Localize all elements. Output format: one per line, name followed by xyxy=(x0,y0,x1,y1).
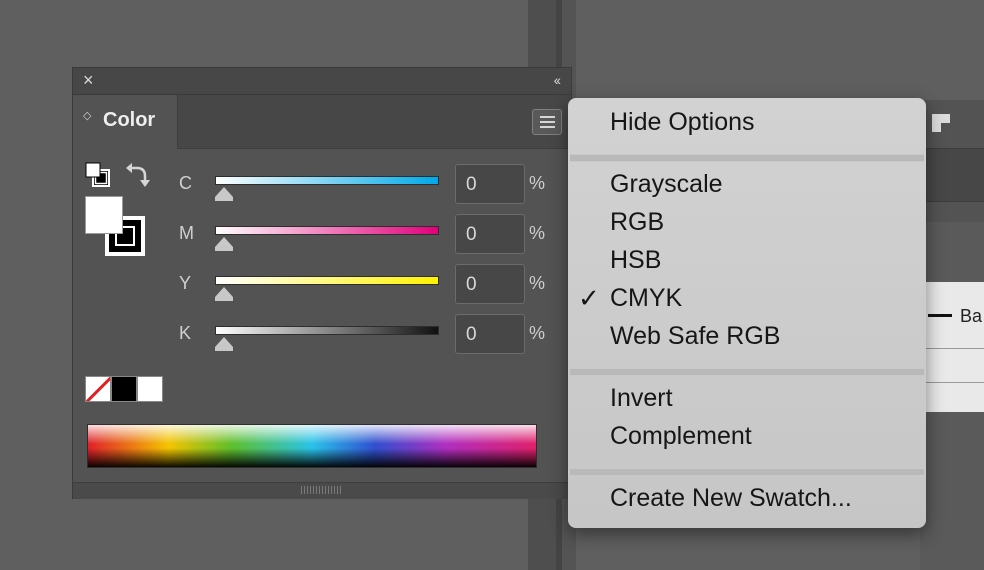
slider-track[interactable] xyxy=(215,326,439,335)
slider-track[interactable] xyxy=(215,226,439,235)
menu-item-cmyk[interactable]: ✓ CMYK xyxy=(568,280,926,318)
menu-item-label: CMYK xyxy=(610,284,683,312)
menu-item-grayscale[interactable]: Grayscale xyxy=(568,166,926,204)
background-document xyxy=(926,282,984,412)
slider-label: K xyxy=(179,323,192,343)
menu-separator xyxy=(570,368,924,376)
percent-unit: % xyxy=(529,323,546,343)
menu-item-label: Web Safe RGB xyxy=(610,322,781,350)
background-doc-text: Ba xyxy=(960,306,983,326)
resize-grip[interactable] xyxy=(301,486,341,494)
value-field[interactable]: 0 xyxy=(455,214,525,254)
panel-menu-button[interactable] xyxy=(532,109,562,135)
tab-label: Color xyxy=(103,109,156,131)
color-spectrum[interactable] xyxy=(87,424,537,468)
menu-item-hide-options[interactable]: Hide Options xyxy=(568,104,926,142)
menu-item-label: Grayscale xyxy=(610,170,723,198)
slider-thumb-base xyxy=(215,197,233,201)
slider-thumb[interactable] xyxy=(215,337,233,347)
color-panel: × ‹‹ ◇ Color C 0% M 0% Y 0% K 0% xyxy=(72,67,572,499)
slider-thumb-base xyxy=(215,247,233,251)
menu-item-invert[interactable]: Invert xyxy=(568,380,926,418)
menu-item-rgb[interactable]: RGB xyxy=(568,204,926,242)
close-icon[interactable]: × xyxy=(83,71,94,89)
white-swatch[interactable] xyxy=(137,376,163,402)
menu-item-label: HSB xyxy=(610,246,662,274)
slider-row-c: C 0% xyxy=(73,164,571,204)
slider-track[interactable] xyxy=(215,176,439,185)
menu-item-label: RGB xyxy=(610,208,665,236)
percent-unit: % xyxy=(529,173,546,193)
value-field[interactable]: 0 xyxy=(455,164,525,204)
new-layer-icon xyxy=(932,114,950,132)
slider-thumb-base xyxy=(215,297,233,301)
background-doc-dash xyxy=(928,314,952,317)
background-toolbar xyxy=(920,148,984,202)
menu-item-create-new-swatch[interactable]: Create New Swatch... xyxy=(568,480,926,518)
tab-color[interactable]: ◇ Color xyxy=(73,95,178,149)
slider-thumb[interactable] xyxy=(215,187,233,197)
menu-item-complement[interactable]: Complement xyxy=(568,418,926,456)
panel-tab-strip: ◇ Color xyxy=(73,95,571,149)
value-field[interactable]: 0 xyxy=(455,264,525,304)
menu-item-label: Complement xyxy=(610,422,752,450)
slider-thumb[interactable] xyxy=(215,237,233,247)
slider-row-k: K 0% xyxy=(73,314,571,354)
menu-item-hsb[interactable]: HSB xyxy=(568,242,926,280)
slider-row-m: M 0% xyxy=(73,214,571,254)
hamburger-icon xyxy=(540,116,555,118)
menu-separator xyxy=(570,468,924,476)
hamburger-icon xyxy=(540,121,555,123)
slider-row-y: Y 0% xyxy=(73,264,571,304)
checkmark-icon: ✓ xyxy=(578,283,600,313)
menu-item-label: Create New Swatch... xyxy=(610,484,852,512)
slider-label: M xyxy=(179,223,194,243)
percent-unit: % xyxy=(529,223,546,243)
background-doc-rule xyxy=(926,348,984,349)
background-doc-rule xyxy=(926,382,984,383)
slider-thumb-base xyxy=(215,347,233,351)
menu-separator xyxy=(570,154,924,162)
fill-swatch[interactable] xyxy=(85,196,123,234)
slider-thumb[interactable] xyxy=(215,287,233,297)
slider-label: Y xyxy=(179,273,192,293)
slider-label: C xyxy=(179,173,192,193)
menu-item-label: Invert xyxy=(610,384,673,412)
value-field[interactable]: 0 xyxy=(455,314,525,354)
percent-unit: % xyxy=(529,273,546,293)
updown-arrows-icon: ◇ xyxy=(83,110,92,122)
none-swatch[interactable] xyxy=(85,376,111,402)
panel-titlebar[interactable]: × ‹‹ xyxy=(73,68,571,95)
hamburger-icon xyxy=(540,126,555,128)
panel-options-menu: Hide Options Grayscale RGB HSB ✓ CMYK Web Safe… xyxy=(568,98,926,528)
black-swatch[interactable] xyxy=(111,376,137,402)
collapse-icon[interactable]: ‹‹ xyxy=(554,72,561,88)
menu-item-label: Hide Options xyxy=(610,108,755,136)
slider-track[interactable] xyxy=(215,276,439,285)
menu-item-web-safe-rgb[interactable]: Web Safe RGB xyxy=(568,318,926,356)
